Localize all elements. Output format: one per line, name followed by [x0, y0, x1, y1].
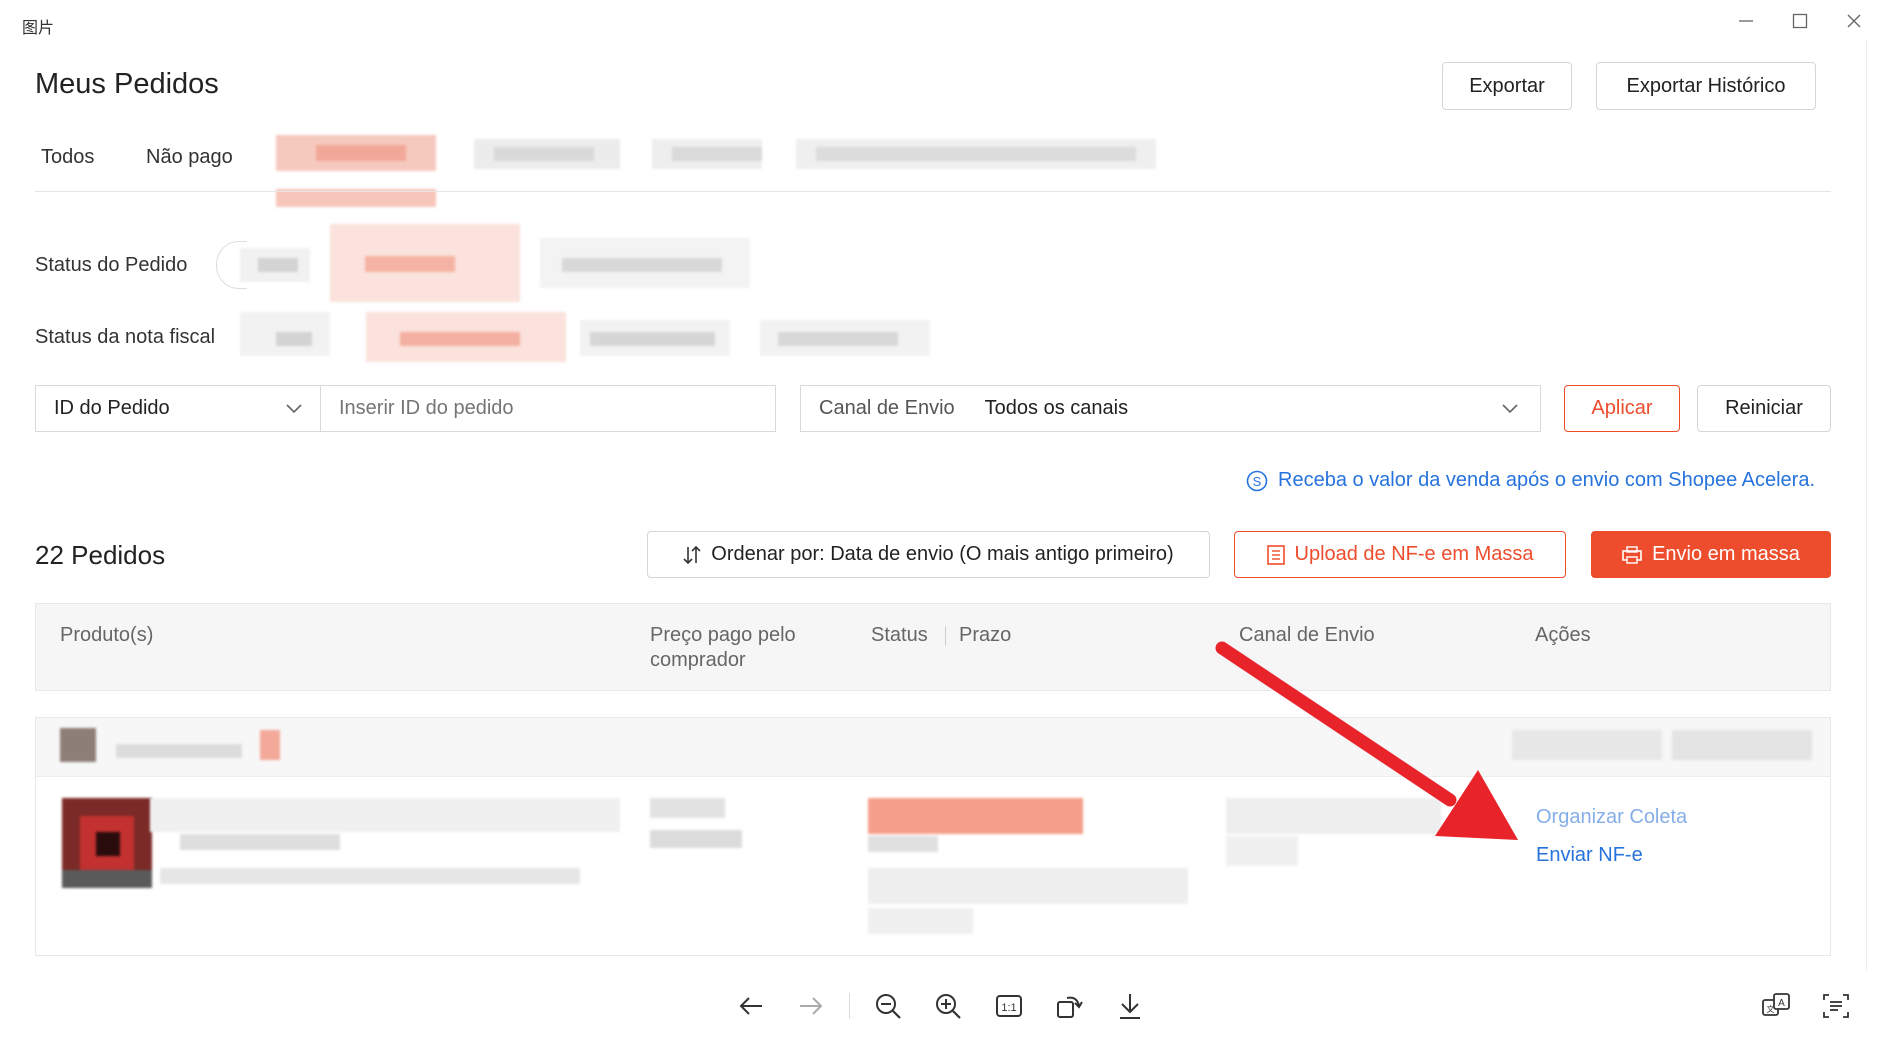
sort-label: Ordenar por: Data de envio (O mais antig…: [711, 543, 1174, 565]
zoom-in-icon[interactable]: [928, 988, 968, 1024]
header-status: Status: [871, 624, 928, 646]
header-actions: Ações: [1535, 624, 1591, 646]
svg-text:1:1: 1:1: [1001, 1002, 1016, 1014]
reset-button[interactable]: Reiniciar: [1697, 385, 1831, 432]
page-title: Meus Pedidos: [35, 68, 219, 100]
header-deadline: Prazo: [959, 624, 1012, 646]
pixelated-invoice-status-options: [240, 312, 940, 368]
close-icon[interactable]: [1837, 6, 1871, 36]
header-price-line1: Preço pago pelo: [650, 624, 796, 646]
zoom-out-icon[interactable]: [868, 988, 908, 1024]
upload-nfe-bulk-label: Upload de NF-e em Massa: [1294, 543, 1534, 565]
actual-size-icon[interactable]: 1:1: [989, 988, 1029, 1024]
arrow-left-icon[interactable]: [731, 988, 771, 1024]
pixelated-product-thumbnail: [62, 798, 152, 888]
svg-text:文: 文: [1767, 1004, 1775, 1014]
rotate-icon[interactable]: [1049, 988, 1089, 1024]
document-list-icon: [1266, 544, 1285, 565]
export-button[interactable]: Exportar: [1442, 62, 1572, 110]
shipping-channel-select[interactable]: Canal de Envio Todos os canais: [800, 385, 1541, 432]
maximize-icon[interactable]: [1783, 6, 1817, 36]
header-price-line2: comprador: [650, 649, 746, 671]
printer-icon: [1622, 545, 1642, 564]
arrange-pickup-link[interactable]: Organizar Coleta: [1536, 806, 1687, 829]
pixelated-status: [868, 798, 1198, 938]
bulk-ship-button[interactable]: Envio em massa: [1591, 531, 1831, 578]
minimize-icon[interactable]: [1729, 6, 1763, 36]
pixelated-tabs: [236, 133, 1256, 208]
search-field-select[interactable]: ID do Pedido: [35, 385, 321, 432]
order-status-label: Status do Pedido: [35, 254, 188, 276]
tab-nao-pago[interactable]: Não pago: [146, 146, 233, 169]
shopee-acelera-text: Receba o valor da venda após o envio com…: [1278, 469, 1816, 491]
svg-text:S: S: [1253, 474, 1262, 489]
search-field-select-value: ID do Pedido: [54, 397, 170, 419]
tab-todos[interactable]: Todos: [41, 146, 94, 169]
sort-icon: [683, 545, 701, 564]
chevron-down-icon: [1502, 403, 1518, 413]
shipping-channel-value: Todos os canais: [984, 397, 1129, 419]
pixelated-product-text: [150, 798, 630, 890]
upload-nfe-bulk-button[interactable]: Upload de NF-e em Massa: [1234, 531, 1566, 578]
order-id-input[interactable]: [320, 385, 776, 432]
header-separator: [945, 626, 946, 646]
pixelated-buyer-info: [60, 728, 300, 764]
toolbar-divider: [849, 993, 850, 1019]
dollar-circle-icon: S: [1246, 470, 1268, 491]
send-nfe-link[interactable]: Enviar NF-e: [1536, 844, 1643, 867]
scrollbar-track[interactable]: [1866, 40, 1867, 970]
translate-icon[interactable]: A文: [1756, 988, 1796, 1024]
tabs-divider: [35, 191, 1831, 192]
invoice-status-label: Status da nota fiscal: [35, 326, 216, 348]
sort-button[interactable]: Ordenar por: Data de envio (O mais antig…: [647, 531, 1210, 578]
header-product: Produto(s): [60, 624, 154, 646]
pixelated-order-status-options: [240, 224, 760, 304]
bulk-ship-label: Envio em massa: [1652, 543, 1800, 565]
arrow-right-icon[interactable]: [791, 988, 831, 1024]
chevron-down-icon: [286, 403, 302, 413]
orders-count: 22 Pedidos: [35, 540, 166, 570]
pixelated-order-id: [1512, 728, 1832, 764]
svg-text:A: A: [1778, 998, 1785, 1009]
annotation-arrow: [1215, 641, 1518, 840]
shipping-channel-label: Canal de Envio: [819, 397, 955, 419]
apply-button[interactable]: Aplicar: [1564, 385, 1680, 432]
pixelated-price: [650, 798, 745, 854]
download-icon[interactable]: [1110, 988, 1150, 1024]
window-title: 图片: [22, 20, 55, 37]
export-history-button[interactable]: Exportar Histórico: [1596, 62, 1816, 110]
shopee-acelera-link[interactable]: S Receba o valor da venda após o envio c…: [1246, 469, 1815, 492]
ocr-icon[interactable]: [1816, 988, 1856, 1024]
